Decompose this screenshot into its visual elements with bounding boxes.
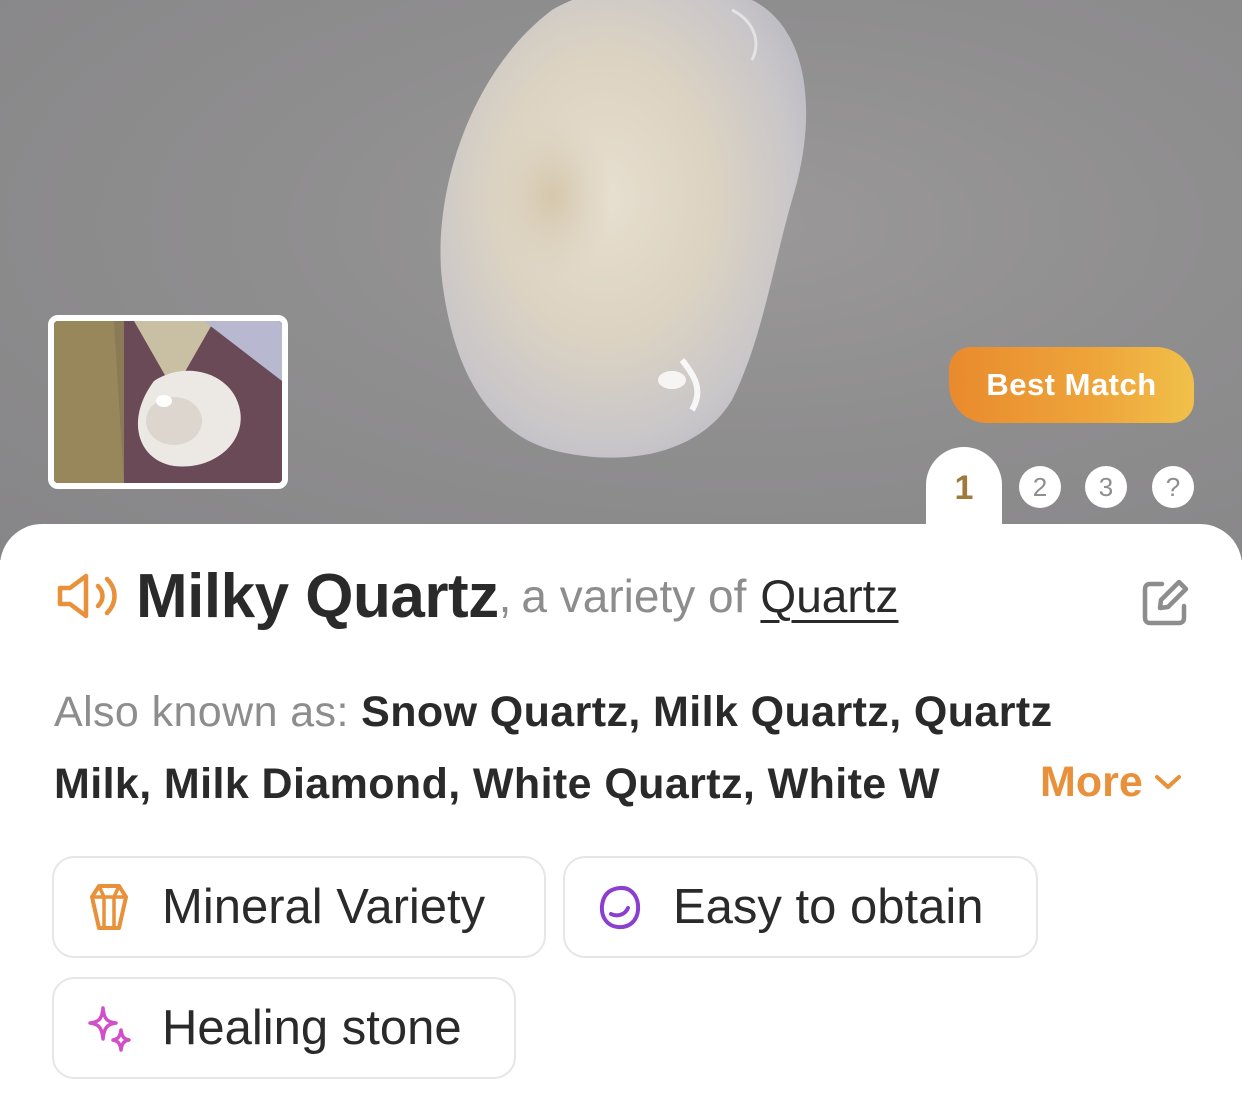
- aliases-line-1: Also known as: Snow Quartz, Milk Quartz,…: [54, 676, 1184, 748]
- aliases-line-2: Milk, Milk Diamond, White Quartz, White …: [54, 748, 1039, 820]
- variety-of-text: a variety of: [521, 570, 747, 622]
- speaker-icon[interactable]: [54, 571, 120, 621]
- mineral-name: Milky Quartz: [136, 561, 499, 631]
- more-aliases-button[interactable]: More: [1040, 746, 1183, 818]
- result-tab-unknown[interactable]: ?: [1152, 466, 1194, 508]
- edit-icon[interactable]: [1140, 578, 1190, 628]
- result-tab-3[interactable]: 3: [1085, 466, 1127, 508]
- tag-healing-stone[interactable]: Healing stone: [52, 977, 516, 1079]
- title-separator: ,: [498, 570, 512, 622]
- aliases-names-2: Milk, Milk Diamond, White Quartz, White …: [54, 760, 940, 808]
- title-row: Milky Quartz , a variety of Quartz: [54, 556, 898, 636]
- sparkle-icon: [88, 1006, 131, 1052]
- thumbnail-image: [54, 321, 282, 483]
- also-known-as: Also known as: Snow Quartz, Milk Quartz,…: [54, 676, 1184, 820]
- stone-icon: [599, 885, 641, 930]
- user-photo-thumbnail[interactable]: [48, 315, 288, 489]
- result-tab-2[interactable]: 2: [1019, 466, 1061, 508]
- aliases-fade: [969, 748, 1039, 820]
- tag-easy-to-obtain[interactable]: Easy to obtain: [563, 856, 1038, 958]
- chevron-down-icon: [1154, 775, 1181, 789]
- specimen-stone-image: [440, 0, 807, 458]
- tag-label: Easy to obtain: [673, 880, 984, 934]
- crystal-icon: [90, 884, 128, 930]
- aliases-label: Also known as:: [54, 688, 349, 736]
- parent-mineral-link[interactable]: Quartz: [760, 569, 898, 623]
- best-match-badge: Best Match: [949, 347, 1194, 423]
- tag-mineral-variety[interactable]: Mineral Variety: [52, 856, 546, 958]
- tag-label: Healing stone: [162, 1001, 462, 1055]
- tag-label: Mineral Variety: [162, 880, 486, 934]
- aliases-names-1: Snow Quartz, Milk Quartz, Quartz: [361, 688, 1053, 736]
- more-label: More: [1040, 757, 1143, 806]
